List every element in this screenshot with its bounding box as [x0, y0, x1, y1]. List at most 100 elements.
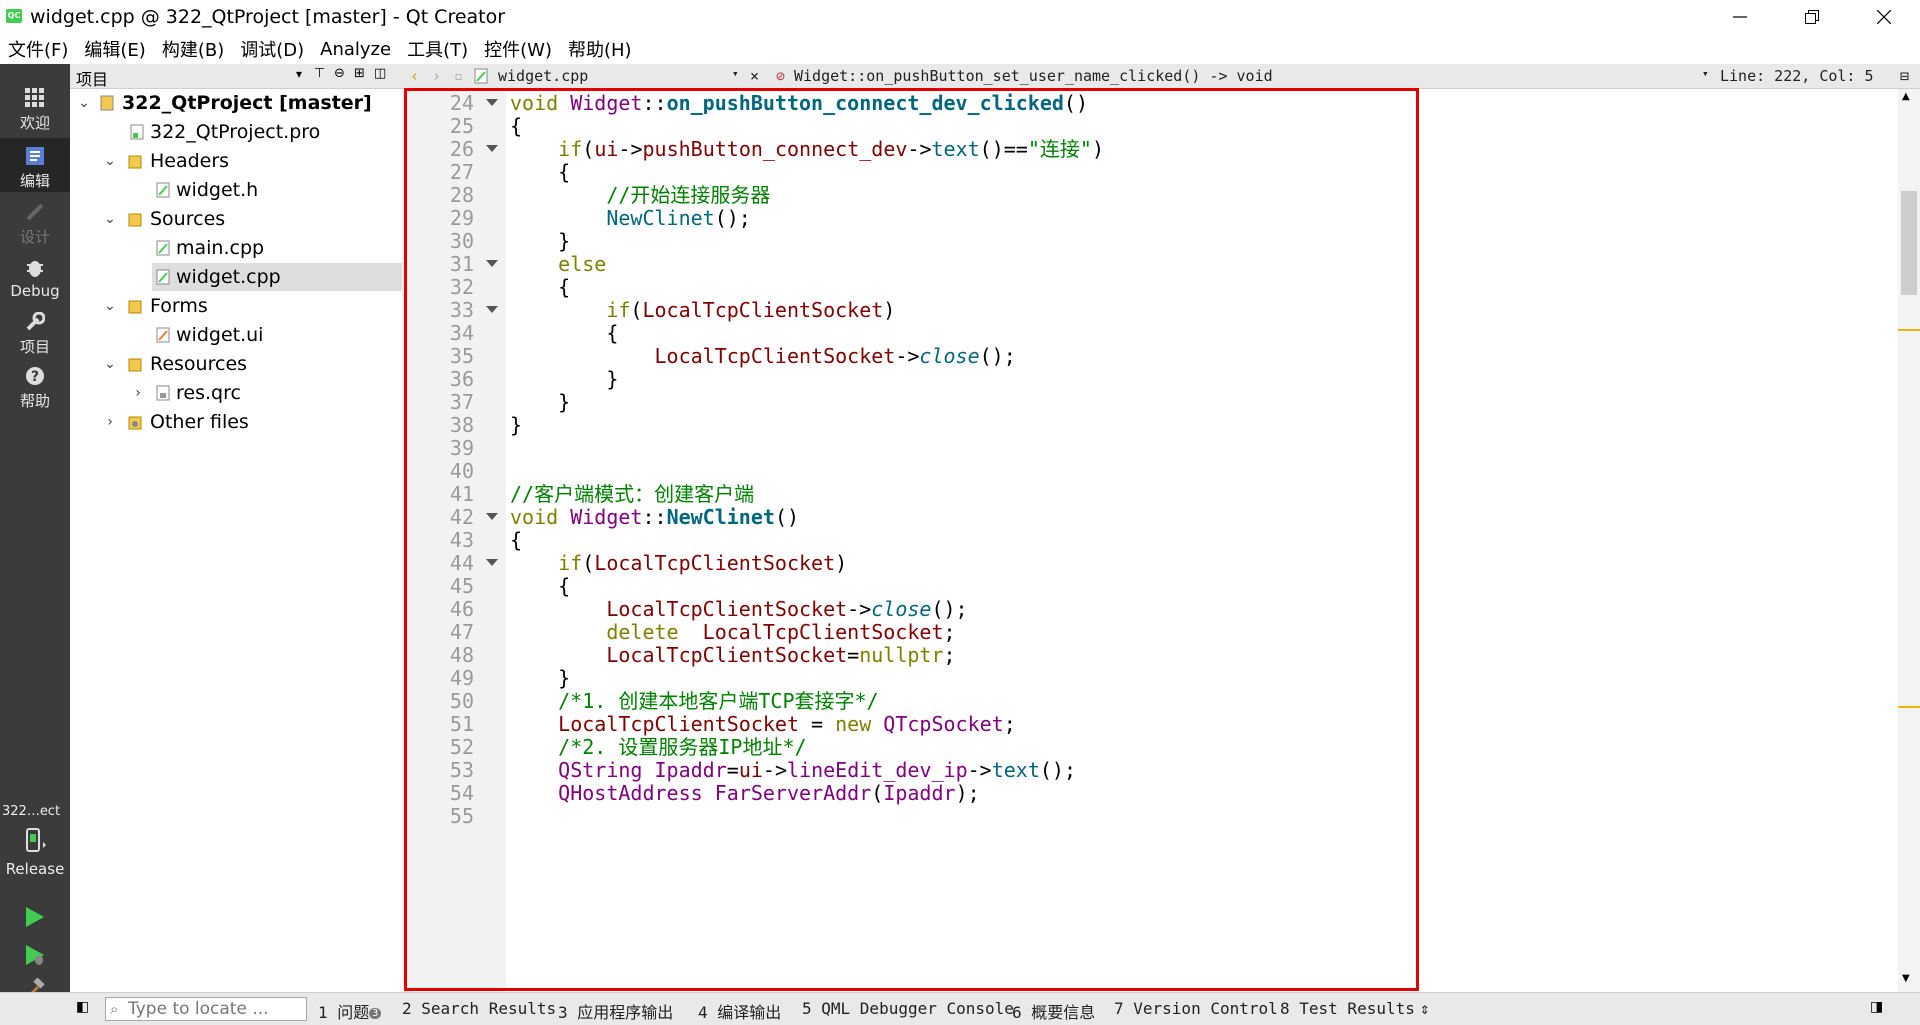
chevron-down-icon[interactable]: ▾	[1702, 67, 1709, 80]
menu-widgets[interactable]: 控件(W)	[476, 36, 560, 62]
split-icon[interactable]: ⊞	[354, 66, 365, 81]
fold-marker-icon[interactable]	[486, 306, 498, 313]
tab-compile-output[interactable]: 4 编译输出	[698, 999, 781, 1023]
chevron-down-icon[interactable]: ⌄	[102, 292, 118, 320]
minimize-button[interactable]	[1704, 0, 1776, 34]
line-number: 55	[449, 804, 474, 828]
tree-item-widget-h[interactable]: widget.h	[70, 176, 402, 204]
mode-selector-bar: 欢迎 编辑 设计 Debug 项目 ? 帮助 322…ect Release	[0, 64, 70, 1000]
restore-button[interactable]	[1776, 0, 1848, 34]
source-file-icon	[156, 240, 170, 256]
mode-welcome[interactable]: 欢迎	[0, 80, 70, 134]
bug-icon	[27, 261, 43, 277]
close-window-button[interactable]	[1848, 0, 1920, 34]
run-icon	[26, 907, 44, 927]
chevron-right-icon[interactable]: ›	[130, 379, 146, 407]
scroll-down-icon[interactable]: ▼	[1902, 973, 1910, 984]
code-line[interactable]: 55	[402, 802, 1902, 830]
chevron-right-icon[interactable]: ›	[102, 408, 118, 436]
navigate-back-icon[interactable]: ‹	[410, 67, 419, 85]
tree-item-other-files[interactable]: › Other files	[70, 408, 402, 436]
fold-marker-icon[interactable]	[486, 559, 498, 566]
fold-marker-icon[interactable]	[486, 99, 498, 106]
link-icon[interactable]: ⊖	[334, 66, 345, 81]
code-editor[interactable]: 24 void Widget::on_pushButton_connect_dev…	[402, 89, 1902, 992]
locator-input[interactable]: ⌕ Type to locate ...	[105, 997, 307, 1021]
more-tabs-icon[interactable]: ⇕	[1420, 999, 1430, 1018]
function-icon: ⊘	[776, 67, 786, 85]
tree-item-pro-file[interactable]: 322_QtProject.pro	[70, 118, 402, 146]
mode-help-label: 帮助	[19, 392, 50, 410]
grid-icon	[25, 88, 44, 107]
fold-marker-icon[interactable]	[486, 145, 498, 152]
tree-item-forms[interactable]: ⌄ Forms	[70, 292, 402, 320]
project-view-selector[interactable]: 项目	[76, 66, 108, 90]
mode-debug[interactable]: Debug	[0, 250, 70, 304]
kit-selector[interactable]	[25, 828, 46, 854]
symbol-selector[interactable]: Widget::on_pushButton_set_user_name_clic…	[794, 67, 1273, 85]
menu-tools[interactable]: 工具(T)	[399, 36, 476, 62]
tree-item-label: Forms	[150, 295, 208, 317]
tree-item-widget-ui[interactable]: widget.ui	[70, 321, 402, 349]
debug-run-button[interactable]	[24, 944, 46, 970]
menu-bar: 文件(F) 编辑(E) 构建(B) 调试(D) Analyze 工具(T) 控件…	[0, 34, 1920, 64]
toggle-right-sidebar-icon[interactable]: ◨	[1870, 999, 1883, 1015]
lock-icon: ▫	[454, 67, 464, 85]
source-file-icon	[156, 269, 170, 285]
tab-search-results[interactable]: 2 Search Results	[402, 999, 556, 1018]
chevron-down-icon[interactable]: ⌄	[102, 205, 118, 233]
close-document-icon[interactable]: ×	[750, 67, 759, 85]
tab-application-output[interactable]: 3 应用程序输出	[558, 999, 673, 1023]
menu-file[interactable]: 文件(F)	[0, 36, 76, 62]
mode-design[interactable]: 设计	[0, 194, 70, 248]
form-file-icon	[156, 327, 170, 343]
tab-general-messages[interactable]: 6 概要信息	[1012, 999, 1095, 1023]
scroll-up-icon[interactable]: ▲	[1902, 91, 1910, 102]
tree-item-label: res.qrc	[176, 382, 241, 404]
tab-issues[interactable]: 1 问题 3	[318, 999, 382, 1023]
menu-help[interactable]: 帮助(H)	[560, 36, 640, 62]
tree-item-widget-cpp[interactable]: widget.cpp	[152, 263, 402, 291]
tree-item-label: main.cpp	[176, 237, 265, 259]
menu-analyze[interactable]: Analyze	[312, 39, 399, 60]
tree-item-resources[interactable]: ⌄ Resources	[70, 350, 402, 378]
chevron-down-icon[interactable]: ⌄	[76, 89, 92, 117]
folder-icon	[128, 300, 142, 314]
mode-help[interactable]: ? 帮助	[0, 358, 70, 412]
tree-item-label: Sources	[150, 208, 226, 230]
tab-version-control[interactable]: 7 Version Control	[1114, 999, 1278, 1018]
fold-marker-icon[interactable]	[486, 513, 498, 520]
menu-build[interactable]: 构建(B)	[154, 36, 232, 62]
chevron-down-icon[interactable]: ⌄	[102, 147, 118, 175]
search-icon: ⌕	[110, 1000, 119, 1018]
tree-item-headers[interactable]: ⌄ Headers	[70, 147, 402, 175]
tree-item-sources[interactable]: ⌄ Sources	[70, 205, 402, 233]
mode-design-label: 设计	[19, 228, 50, 246]
tab-test-results[interactable]: 8 Test Results	[1280, 999, 1415, 1018]
run-button[interactable]	[24, 906, 46, 932]
toggle-sidebar-icon[interactable]: ◧	[76, 999, 89, 1015]
tree-item-main-cpp[interactable]: main.cpp	[70, 234, 402, 262]
cursor-position[interactable]: Line: 222, Col: 5	[1720, 67, 1874, 85]
menu-edit[interactable]: 编辑(E)	[76, 36, 153, 62]
menu-debug[interactable]: 调试(D)	[232, 36, 312, 62]
tree-item-project[interactable]: ⌄ 322_QtProject [master]	[70, 89, 402, 117]
chevron-down-icon[interactable]: ▾	[732, 67, 739, 80]
window-title: widget.cpp @ 322_QtProject [master] - Qt…	[30, 6, 506, 28]
tree-item-res-qrc[interactable]: › res.qrc	[70, 379, 402, 407]
tree-item-label: widget.cpp	[176, 266, 281, 288]
chevron-down-icon[interactable]: ▾	[296, 67, 302, 81]
chevron-down-icon[interactable]: ⌄	[102, 350, 118, 378]
navigate-forward-icon[interactable]: ›	[432, 67, 441, 85]
split-editor-icon[interactable]: ⊟	[1900, 67, 1909, 85]
mode-projects[interactable]: 项目	[0, 304, 70, 358]
tree-item-label: 322_QtProject.pro	[150, 121, 321, 143]
tab-qml-debugger-console[interactable]: 5 QML Debugger Console	[802, 999, 1014, 1018]
close-pane-icon[interactable]: ◫	[374, 66, 386, 81]
vertical-scrollbar[interactable]: ▲ ▼	[1898, 89, 1920, 992]
scrollbar-thumb[interactable]	[1901, 191, 1917, 295]
open-document-selector[interactable]: widget.cpp	[498, 67, 588, 85]
filter-icon[interactable]: ⊤	[314, 66, 325, 81]
mode-edit[interactable]: 编辑	[0, 138, 70, 192]
fold-marker-icon[interactable]	[486, 260, 498, 267]
